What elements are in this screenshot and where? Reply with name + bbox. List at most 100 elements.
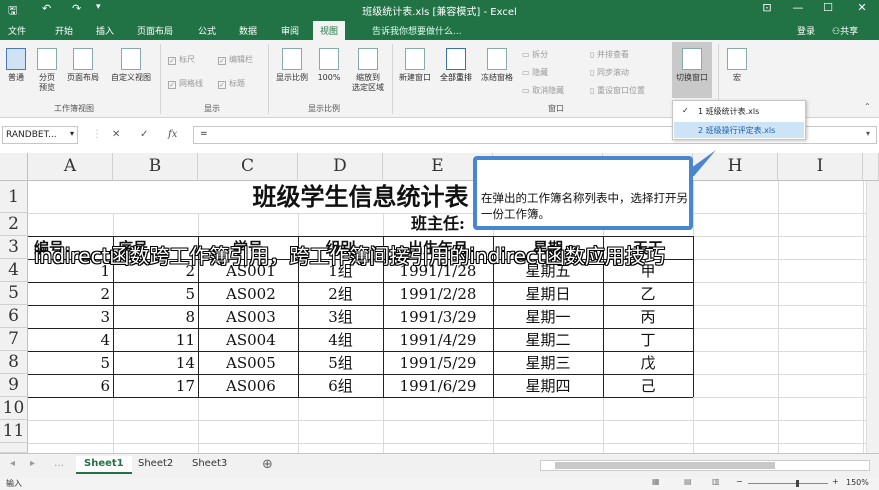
cell-g5[interactable]: 乙 [603,283,693,305]
restore-button[interactable]: ☐ [818,1,838,14]
row-header[interactable]: 7 [0,328,28,351]
tab-home[interactable]: 开始 [55,24,73,37]
next-sheet-icon[interactable]: ▸ [30,458,35,469]
tab-view[interactable]: 视图 [313,21,345,40]
column-header[interactable]: B [113,153,198,181]
page-layout-view-button[interactable]: 页面布局 [64,48,102,83]
unhide-button[interactable]: ▭ 取消隐藏 [522,85,564,96]
cell-a6[interactable]: 3 [28,306,110,328]
cell-a9[interactable]: 6 [28,375,110,397]
cell-f5[interactable]: 星期日 [493,283,603,305]
cell-f7[interactable]: 星期二 [493,329,603,351]
cell-c6[interactable]: AS003 [226,306,296,328]
row-header[interactable]: 9 [0,374,28,397]
tab-page-layout[interactable]: 页面布局 [137,24,173,37]
switch-windows-button[interactable]: 切换窗口 [672,42,712,98]
tab-review[interactable]: 审阅 [281,24,299,37]
zoom-button[interactable]: 显示比例 [272,48,312,83]
cell-f6[interactable]: 星期一 [493,306,603,328]
view-side-by-side-button[interactable]: ▯ 并排查看 [590,49,629,60]
ribbon-display-icon[interactable]: ⊡ [757,1,777,14]
row-header[interactable]: 5 [0,282,28,305]
zoom-slider[interactable] [748,483,828,484]
normal-view-button[interactable]: 普通 [4,48,28,83]
cell-b6[interactable]: 8 [113,306,195,328]
page-break-preview-button[interactable]: 分页 预览 [34,48,60,93]
new-window-button[interactable]: 新建窗口 [396,48,434,83]
cell-f9[interactable]: 星期四 [493,375,603,397]
scrollbar-thumb[interactable] [555,462,775,469]
cell-e8[interactable]: 1991/5/29 [383,352,493,374]
column-header[interactable]: A [28,153,113,181]
cell-b8[interactable]: 14 [113,352,195,374]
sheet-tab-1[interactable]: Sheet1 [76,456,132,474]
cell-a5[interactable]: 2 [28,283,110,305]
row-header[interactable]: 6 [0,305,28,328]
cell-d9[interactable]: 6组 [298,375,383,397]
add-sheet-icon[interactable]: ⊕ [262,457,273,472]
arrange-all-button[interactable]: 全部重排 [436,48,476,83]
cell-a8[interactable]: 5 [28,352,110,374]
formula-bar-checkbox[interactable]: ✓编辑栏 [218,54,253,65]
headings-checkbox[interactable]: ✓标题 [218,78,245,89]
cell-e9[interactable]: 1991/6/29 [383,375,493,397]
zoom-slider-thumb[interactable] [796,480,799,487]
zoom-in-button[interactable]: + [832,477,839,486]
minimize-button[interactable]: — [788,1,808,14]
row-header[interactable]: 4 [0,259,28,282]
sheet-tab-2[interactable]: Sheet2 [130,456,181,474]
cell-g7[interactable]: 丁 [603,329,693,351]
page-layout-status-icon[interactable]: ▤ [684,477,692,486]
sign-in-button[interactable]: 登录 [797,24,815,37]
cell-d6[interactable]: 3组 [298,306,383,328]
cell-d7[interactable]: 4组 [298,329,383,351]
horizontal-scrollbar[interactable] [540,460,870,471]
close-button[interactable]: ✕ [852,1,872,14]
cell-e5[interactable]: 1991/2/28 [383,283,493,305]
menu-item-workbook-1[interactable]: ✓1 班级统计表.xls [674,103,804,119]
cell-a7[interactable]: 4 [28,329,110,351]
row-header[interactable]: 1 [0,181,28,213]
row-header[interactable] [0,443,28,453]
cell-f8[interactable]: 星期三 [493,352,603,374]
prev-sheet-icon[interactable]: ◂ [10,458,15,469]
cell-b5[interactable]: 5 [113,283,195,305]
tab-formulas[interactable]: 公式 [198,24,216,37]
ruler-checkbox[interactable]: ✓标尺 [168,54,195,65]
tab-file[interactable]: 文件 [8,24,26,37]
column-header[interactable]: I [778,153,863,181]
more-sheets-icon[interactable]: … [54,458,64,469]
page-break-status-icon[interactable]: ▥ [712,477,720,486]
sync-scroll-button[interactable]: ▯ 同步滚动 [590,67,629,78]
cell-g6[interactable]: 丙 [603,306,693,328]
cell-c9[interactable]: AS006 [226,375,296,397]
cell-g8[interactable]: 戊 [603,352,693,374]
tell-me-input[interactable]: 告诉我你想要做什么... [372,24,462,37]
row-header[interactable]: 2 [0,213,28,236]
freeze-panes-button[interactable]: 冻结窗格 [477,48,517,83]
zoom-out-button[interactable]: − [736,477,743,486]
zoom-level[interactable]: 150% [846,478,869,487]
cell-d8[interactable]: 5组 [298,352,383,374]
sheet-tab-3[interactable]: Sheet3 [184,456,235,474]
cell-c7[interactable]: AS004 [226,329,296,351]
row-header[interactable]: 8 [0,351,28,374]
row-header[interactable]: 10 [0,397,28,420]
column-header[interactable] [863,153,879,181]
collapse-ribbon-icon[interactable]: ⌃ [864,102,871,111]
enter-icon[interactable]: ✓ [140,129,148,140]
cell-b9[interactable]: 17 [113,375,195,397]
zoom-to-selection-button[interactable]: 缩放到 选定区域 [346,48,390,93]
cell-d5[interactable]: 2组 [298,283,383,305]
cell-e6[interactable]: 1991/3/29 [383,306,493,328]
select-all-corner[interactable] [0,153,28,181]
zoom-100-button[interactable]: 100% [316,48,342,83]
cell-c5[interactable]: AS002 [226,283,296,305]
expand-formula-icon[interactable]: ▾ [866,129,870,138]
custom-views-button[interactable]: 自定义视图 [106,48,156,83]
name-box[interactable]: RANDBET...▾ [2,126,78,144]
row-header[interactable]: 11 [0,420,28,443]
column-header[interactable]: C [198,153,298,181]
gridlines-checkbox[interactable]: ✓网格线 [168,78,203,89]
split-button[interactable]: ▭ 拆分 [522,49,548,60]
